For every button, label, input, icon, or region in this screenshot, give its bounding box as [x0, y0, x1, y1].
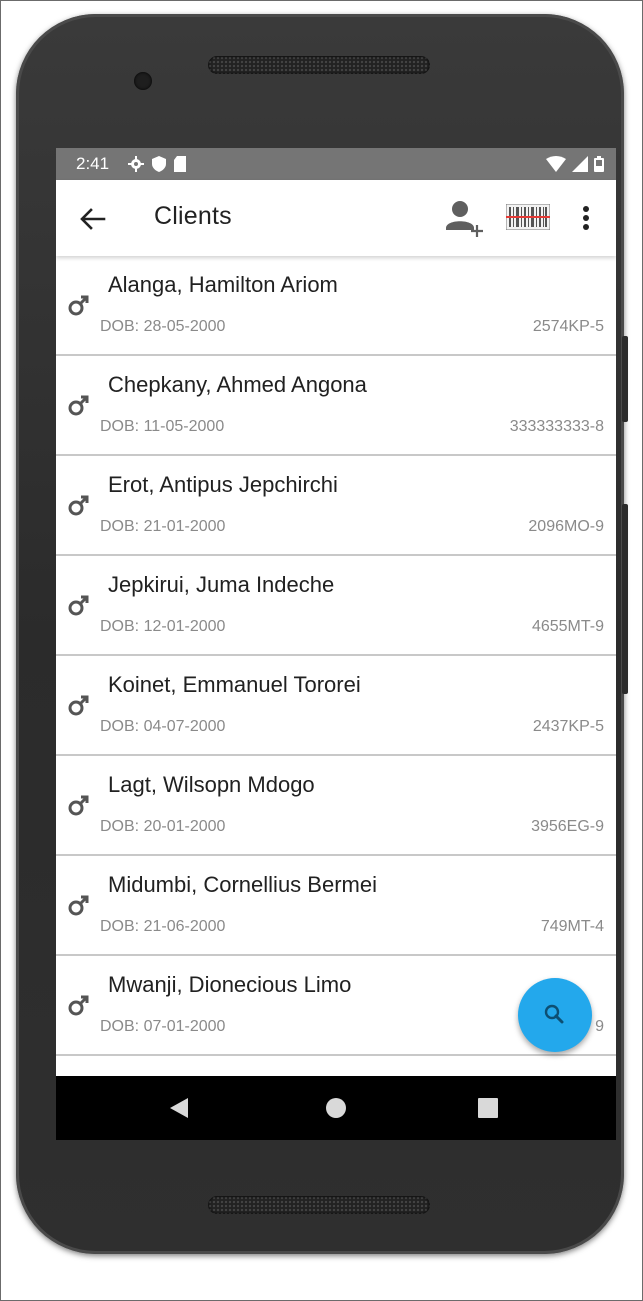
- nav-home-icon[interactable]: [326, 1098, 346, 1118]
- male-gender-icon: [68, 295, 89, 316]
- client-name: Midumbi, Cornellius Bermei: [108, 872, 377, 897]
- client-id: 749MT-4: [540, 918, 604, 935]
- client-dob: DOB: 20-01-2000: [100, 818, 226, 835]
- client-id: 2096MO-9: [528, 518, 604, 535]
- client-dob: DOB: 04-07-2000: [100, 718, 226, 735]
- male-gender-icon: [68, 895, 89, 916]
- client-row[interactable]: Chepkany, Ahmed Angona DOB: 11-05-2000 3…: [56, 356, 616, 456]
- client-id: 2437KP-5: [532, 718, 604, 735]
- top-speaker: [208, 56, 430, 74]
- battery-icon: [594, 156, 604, 172]
- male-gender-icon: [68, 595, 89, 616]
- client-dob: DOB: 21-01-2000: [100, 518, 226, 535]
- phone-frame: 2:41 Clients Alanga, Hamilton Ariom DOB:…: [16, 14, 628, 1254]
- status-bar: 2:41: [56, 148, 616, 180]
- client-id: 4655MT-9: [531, 618, 604, 635]
- signal-icon: [572, 156, 588, 172]
- client-name: Mwanji, Dionecious Limo: [108, 972, 352, 997]
- client-name: Koinet, Emmanuel Tororei: [108, 672, 361, 697]
- shield-icon: [152, 156, 166, 172]
- client-row[interactable]: Alanga, Hamilton Ariom DOB: 28-05-2000 2…: [56, 256, 616, 356]
- client-dob: DOB: 28-05-2000: [100, 318, 226, 335]
- barcode-icon[interactable]: [506, 204, 550, 230]
- app-screen: 2:41 Clients Alanga, Hamilton Ariom DOB:…: [56, 148, 616, 1140]
- client-dob: DOB: 21-06-2000: [100, 918, 226, 935]
- client-dob: DOB: 11-05-2000: [100, 418, 225, 435]
- male-gender-icon: [68, 495, 89, 516]
- client-row[interactable]: Jepkirui, Juma Indeche DOB: 12-01-2000 4…: [56, 556, 616, 656]
- front-camera: [134, 72, 152, 90]
- client-dob: DOB: 07-01-2000: [100, 1018, 226, 1035]
- nav-back-icon[interactable]: [168, 1096, 190, 1120]
- system-nav-bar: [56, 1076, 616, 1140]
- search-fab[interactable]: [518, 978, 592, 1052]
- client-row[interactable]: Koinet, Emmanuel Tororei DOB: 04-07-2000…: [56, 656, 616, 756]
- page-title: Clients: [154, 202, 232, 230]
- client-id: 333333333-8: [509, 418, 604, 435]
- search-icon: [544, 1004, 564, 1024]
- client-id: 9: [595, 1018, 604, 1035]
- client-name: Chepkany, Ahmed Angona: [108, 372, 367, 397]
- client-name: Lagt, Wilsopn Mdogo: [108, 772, 315, 797]
- client-name: Erot, Antipus Jepchirchi: [108, 472, 338, 497]
- client-row[interactable]: Midumbi, Cornellius Bermei DOB: 21-06-20…: [56, 856, 616, 956]
- app-toolbar: Clients: [56, 180, 616, 256]
- volume-button: [622, 504, 628, 694]
- male-gender-icon: [68, 795, 89, 816]
- settings-icon: [128, 156, 144, 172]
- nav-recents-icon[interactable]: [478, 1098, 498, 1118]
- client-name: Alanga, Hamilton Ariom: [108, 272, 338, 297]
- more-vert-icon[interactable]: [576, 202, 596, 234]
- sd-card-icon: [174, 156, 186, 172]
- male-gender-icon: [68, 695, 89, 716]
- male-gender-icon: [68, 395, 89, 416]
- male-gender-icon: [68, 995, 89, 1016]
- client-name: Jepkirui, Juma Indeche: [108, 572, 335, 597]
- add-person-icon[interactable]: [444, 198, 484, 238]
- power-button: [622, 336, 628, 422]
- client-id: 3956EG-9: [531, 818, 604, 835]
- client-row[interactable]: Erot, Antipus Jepchirchi DOB: 21-01-2000…: [56, 456, 616, 556]
- wifi-icon: [546, 156, 566, 172]
- bottom-speaker: [208, 1196, 430, 1214]
- client-dob: DOB: 12-01-2000: [100, 618, 226, 635]
- back-arrow-icon[interactable]: [78, 204, 108, 234]
- status-time: 2:41: [76, 154, 110, 173]
- client-id: 2574KP-5: [532, 318, 604, 335]
- client-row[interactable]: Lagt, Wilsopn Mdogo DOB: 20-01-2000 3956…: [56, 756, 616, 856]
